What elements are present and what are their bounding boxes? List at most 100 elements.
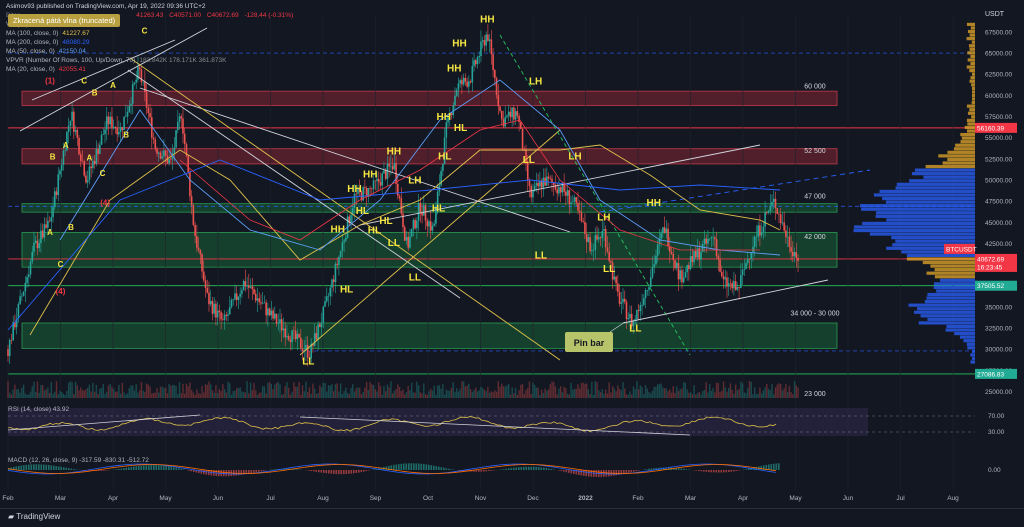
candle-body (792, 252, 794, 257)
zone-red (22, 149, 837, 164)
volume-bar (491, 391, 492, 398)
wave-label: LL (523, 155, 535, 166)
candle-body (286, 336, 288, 337)
volume-bar (193, 392, 194, 398)
volume-bar (283, 394, 284, 398)
volume-bar (136, 384, 137, 398)
volume-bar (541, 390, 542, 398)
candle-body (302, 349, 304, 352)
vpvr-bar (967, 343, 975, 346)
vpvr-bar (972, 350, 975, 353)
time-axis-label: 2022 (578, 495, 593, 502)
volume-bar (191, 390, 192, 398)
vpvr-bar (967, 65, 975, 68)
volume-bar (134, 390, 135, 398)
volume-bar (511, 388, 512, 398)
candle-body (461, 80, 463, 84)
volume-bar (558, 389, 559, 398)
macd-histogram-bar (406, 463, 408, 470)
volume-bar (709, 384, 710, 398)
volume-bar (624, 388, 625, 398)
candle-body (203, 272, 205, 281)
volume-bar (461, 381, 462, 398)
volume-bar (151, 393, 152, 398)
macd-histogram-bar (21, 465, 23, 470)
volume-bar (356, 388, 357, 398)
volume-bar (170, 386, 171, 398)
volume-bar (551, 381, 552, 398)
candle-body (343, 241, 345, 243)
volume-bar (139, 390, 140, 398)
footer-bar (0, 508, 1024, 527)
candle-body (52, 207, 54, 217)
vpvr-bar (886, 201, 975, 204)
candle-body (759, 225, 761, 235)
tradingview-logo[interactable]: ▰ TradingView (8, 512, 60, 521)
candle-body (238, 297, 240, 300)
macd-histogram-bar (583, 470, 585, 476)
volume-bar (484, 390, 485, 398)
volume-bar (796, 385, 797, 398)
candle-body (503, 119, 505, 126)
price-tag: 16:23:45 (977, 264, 1003, 271)
candle-body (125, 116, 127, 117)
macd-histogram-bar (43, 465, 45, 470)
volume-bar (572, 389, 573, 398)
vpvr-bar (925, 300, 975, 303)
volume-bar (18, 389, 19, 398)
candle-body (790, 247, 792, 252)
candle-body (149, 113, 151, 117)
volume-bar (156, 388, 157, 398)
indicator-legend-item[interactable]: MA (100, close, 0)41227.67 (6, 29, 94, 38)
wave-label: LL (409, 273, 421, 284)
volume-bar (725, 387, 726, 398)
vpvr-bar (967, 346, 975, 349)
candle-body (83, 161, 85, 175)
candle-body (789, 237, 791, 247)
indicator-legend-item[interactable]: MA (200, close, 0)48080.29 (6, 38, 94, 47)
macd-histogram-bar (181, 469, 183, 470)
price-chart[interactable]: RSI (14, close) 43.9270.0030.00 MACD (12… (0, 0, 1024, 526)
volume-bar (593, 395, 594, 398)
volume-bar (730, 383, 731, 398)
candle-body (575, 197, 577, 203)
macd-histogram-bar (156, 465, 158, 470)
volume-bar (281, 395, 282, 398)
volume-bar (167, 393, 168, 398)
volume-bar (636, 381, 637, 398)
macd-histogram-bar (636, 470, 638, 471)
volume-bar (352, 384, 353, 398)
volume-bar (285, 386, 286, 398)
candle-body (128, 106, 130, 112)
volume-bar (28, 395, 29, 398)
macd-histogram-bar (403, 464, 405, 470)
volume-bar (596, 382, 597, 398)
volume-bar (738, 389, 739, 398)
volume-bar (563, 387, 564, 398)
zone-green (22, 323, 837, 348)
wave-label: (1) (45, 77, 55, 86)
volume-bar (707, 392, 708, 398)
candle-body (321, 322, 323, 327)
volume-bar (671, 393, 672, 398)
indicator-legend-item[interactable]: MA (50, close, 0)42150.04 (6, 47, 90, 56)
volume-bar (723, 381, 724, 398)
candle-body (475, 60, 477, 64)
indicator-legend-item[interactable]: MA (20, close, 0)42055.41 (6, 65, 90, 74)
wave-label: B (92, 88, 98, 97)
volume-bar (503, 386, 504, 398)
vpvr-bar (927, 318, 975, 321)
candle-body (47, 221, 49, 228)
vpvr-bar (960, 140, 975, 143)
indicator-legend-item[interactable]: VPVR (Number Of Rows, 100, Up/Down, 70)1… (6, 56, 230, 65)
macd-histogram-bar (413, 463, 415, 470)
wave-label: C (142, 27, 148, 36)
volume-bar (129, 388, 130, 398)
candle-body (19, 296, 21, 304)
candle-body (477, 57, 479, 64)
volume-bar (716, 383, 717, 398)
macd-histogram-bar (708, 470, 710, 472)
macd-histogram-bar (298, 469, 300, 470)
macd-histogram-bar (648, 469, 650, 470)
vpvr-bar (970, 360, 975, 363)
